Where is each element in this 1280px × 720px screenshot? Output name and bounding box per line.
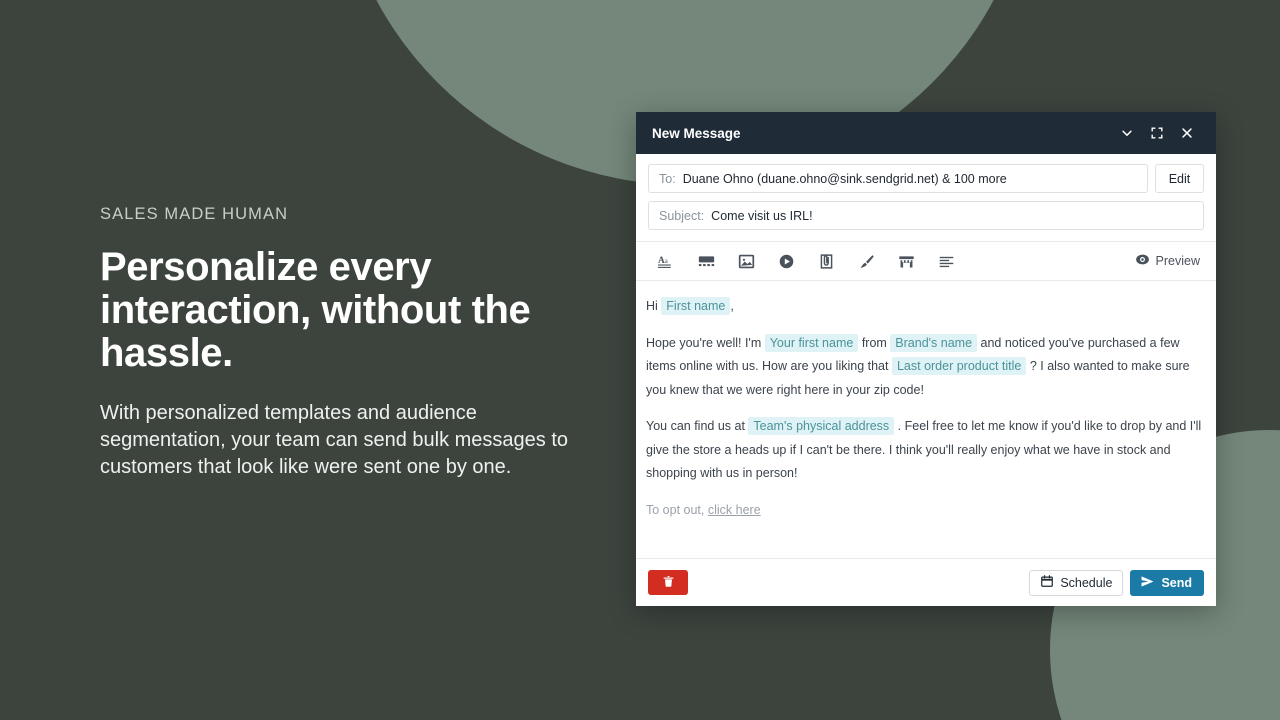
- align-icon[interactable]: [926, 242, 966, 280]
- subject-field[interactable]: Subject: Come visit us IRL!: [648, 201, 1204, 230]
- close-icon[interactable]: [1172, 118, 1202, 148]
- compose-footer: Schedule Send: [636, 558, 1216, 606]
- merge-tag-last-order-product-title[interactable]: Last order product title: [891, 357, 1027, 375]
- merge-tag-team-physical-address[interactable]: Team's physical address: [748, 417, 895, 435]
- compose-window-title: New Message: [652, 125, 741, 141]
- body-paragraph-1: Hope you're well! I'm Your first name fr…: [646, 332, 1202, 403]
- opt-out-link[interactable]: click here: [708, 503, 761, 517]
- trash-icon: [662, 575, 675, 591]
- storefront-icon[interactable]: [886, 242, 926, 280]
- opt-out-line: To opt out, click here: [646, 499, 1202, 523]
- hero-section: SALES MADE HUMAN Personalize every inter…: [100, 205, 580, 481]
- subject-row: Subject: Come visit us IRL!: [648, 201, 1204, 230]
- body-greeting: Hi First name,: [646, 295, 1202, 319]
- svg-text:a: a: [664, 258, 667, 265]
- schedule-label: Schedule: [1060, 575, 1113, 590]
- greeting-suffix: ,: [730, 299, 734, 313]
- hero-title: Personalize every interaction, without t…: [100, 245, 531, 375]
- hero-eyebrow: SALES MADE HUMAN: [100, 205, 289, 223]
- merge-tag-first-name[interactable]: First name: [661, 297, 731, 315]
- compose-window-header: New Message: [636, 112, 1216, 154]
- compose-fields: To: Duane Ohno (duane.ohno@sink.sendgrid…: [636, 154, 1216, 238]
- body-paragraph-2: You can find us at Team's physical addre…: [646, 415, 1202, 486]
- to-label: To:: [659, 171, 676, 186]
- p2-text-a: You can find us at: [646, 419, 745, 433]
- opt-out-text: To opt out,: [646, 502, 705, 517]
- preview-button[interactable]: Preview: [1135, 252, 1208, 270]
- text-format-icon[interactable]: A a: [646, 242, 686, 280]
- send-button[interactable]: Send: [1130, 569, 1204, 596]
- editor-toolbar: A a Preview: [636, 241, 1216, 281]
- subject-value: Come visit us IRL!: [711, 208, 813, 223]
- video-icon[interactable]: [766, 242, 806, 280]
- to-value: Duane Ohno (duane.ohno@sink.sendgrid.net…: [682, 171, 1007, 186]
- calendar-icon: [1040, 574, 1054, 591]
- schedule-button[interactable]: Schedule: [1029, 569, 1124, 596]
- greeting-prefix: Hi: [646, 299, 658, 313]
- subject-label: Subject:: [659, 208, 705, 223]
- compose-window: New Message To: Duane Ohno (duane.ohno@s…: [636, 112, 1216, 606]
- merge-tag-your-first-name[interactable]: Your first name: [764, 333, 859, 352]
- send-label: Send: [1161, 575, 1192, 590]
- p1-text-b: from: [861, 335, 887, 350]
- recipient-row: To: Duane Ohno (duane.ohno@sink.sendgrid…: [648, 164, 1204, 193]
- module-icon[interactable]: [686, 242, 726, 280]
- edit-recipients-button[interactable]: Edit: [1155, 164, 1204, 193]
- preview-label: Preview: [1155, 254, 1200, 268]
- delete-draft-button[interactable]: [648, 570, 688, 595]
- p1-text-a: Hope you're well! I'm: [646, 335, 762, 350]
- merge-tag-brands-name[interactable]: Brand's name: [890, 333, 978, 352]
- email-body[interactable]: Hi First name, Hope you're well! I'm You…: [636, 281, 1216, 558]
- hero-body: With personalized templates and audience…: [100, 402, 569, 478]
- attachment-icon[interactable]: [806, 242, 846, 280]
- paper-plane-icon: [1139, 573, 1156, 593]
- brush-icon[interactable]: [846, 242, 886, 280]
- image-icon[interactable]: [726, 242, 766, 280]
- chevron-down-icon[interactable]: [1112, 118, 1142, 148]
- to-field[interactable]: To: Duane Ohno (duane.ohno@sink.sendgrid…: [648, 164, 1148, 193]
- eye-icon: [1135, 252, 1150, 270]
- expand-icon[interactable]: [1142, 118, 1172, 148]
